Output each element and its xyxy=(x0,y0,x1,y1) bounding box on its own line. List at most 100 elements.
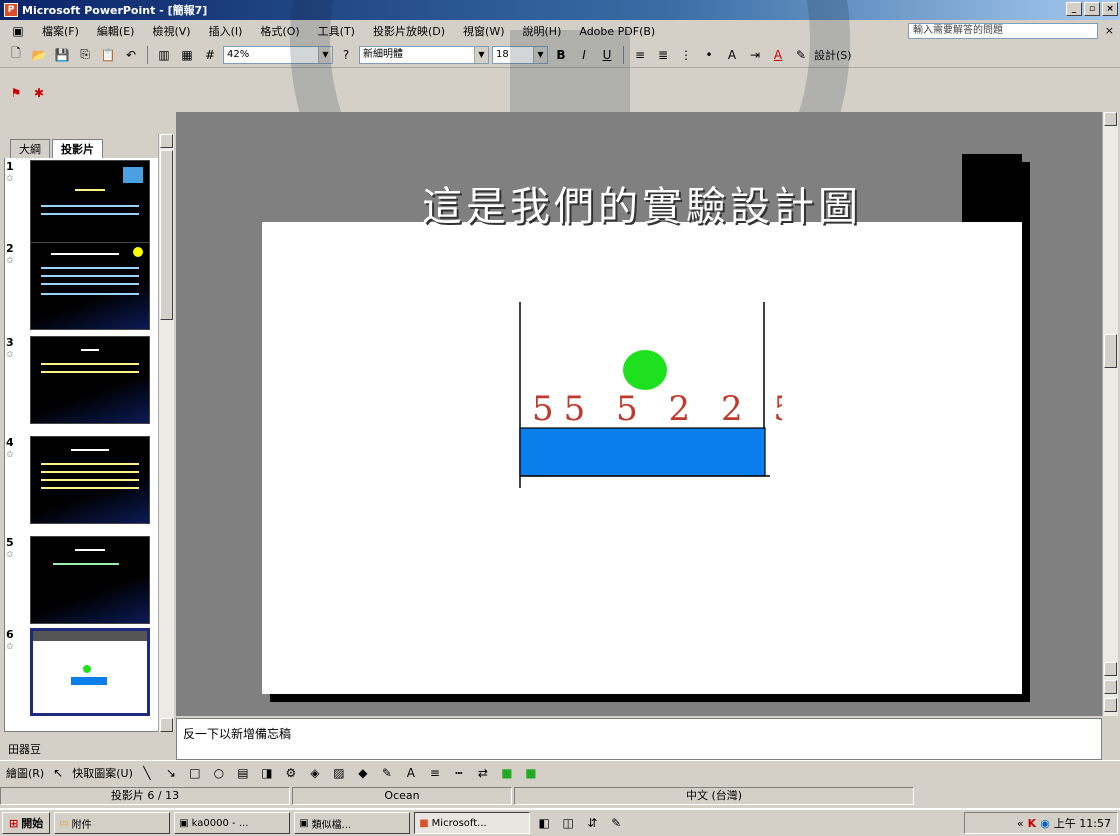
design-button[interactable]: 設計(S) xyxy=(814,47,852,63)
slide-thumbnail[interactable] xyxy=(30,536,150,624)
indent-icon[interactable]: ⇥ xyxy=(745,45,765,65)
clipart-icon[interactable]: ◈ xyxy=(305,763,325,783)
slide-thumbnail-row-selected[interactable]: 6 ✩ xyxy=(6,628,156,718)
menu-file[interactable]: 檔案(F) xyxy=(38,22,83,40)
comment-icon[interactable]: ✱ xyxy=(29,83,49,103)
tray-expand-icon[interactable]: « xyxy=(1017,817,1024,830)
oval-icon[interactable]: ○ xyxy=(209,763,229,783)
undo-icon[interactable]: ↶ xyxy=(121,45,141,65)
font-combo[interactable]: 新細明體 ▼ xyxy=(359,45,489,64)
chevron-down-icon[interactable]: ▼ xyxy=(474,46,488,63)
start-button[interactable]: ⊞ 開始 xyxy=(2,812,51,834)
help-icon[interactable]: ? xyxy=(336,45,356,65)
new-icon[interactable]: 🗋 xyxy=(6,45,26,65)
experiment-diagram[interactable]: 55 5 2 2 5 . 5 xyxy=(512,294,782,494)
insert-table-icon[interactable]: ▦ xyxy=(177,45,197,65)
current-slide[interactable]: 這是我們的實驗設計圖 55 5 2 2 5 . 5 xyxy=(262,154,1022,694)
slide-thumbnail[interactable] xyxy=(30,160,150,248)
picture-icon[interactable]: ▨ xyxy=(329,763,349,783)
insert-chart-icon[interactable]: ▥ xyxy=(154,45,174,65)
chevron-down-icon[interactable]: ▼ xyxy=(318,46,332,63)
rectangle-icon[interactable]: □ xyxy=(185,763,205,783)
arrow-style-icon[interactable]: ⇄ xyxy=(473,763,493,783)
scroll-down-icon[interactable] xyxy=(1104,662,1117,676)
scroll-thumb[interactable] xyxy=(160,150,173,320)
menu-tools[interactable]: 工具(T) xyxy=(314,22,359,40)
quicklaunch-icon[interactable]: ⇵ xyxy=(582,813,602,833)
align-center-icon[interactable]: ≣ xyxy=(653,45,673,65)
italic-button[interactable]: I xyxy=(574,45,594,65)
line-style-icon[interactable]: ≡ xyxy=(425,763,445,783)
menu-slideshow[interactable]: 投影片放映(D) xyxy=(369,22,449,40)
fill-color-icon[interactable]: ◆ xyxy=(353,763,373,783)
help-search-input[interactable]: 輸入需要解答的問題 xyxy=(908,23,1098,39)
slide-thumbnail-row[interactable]: 1 ✩ xyxy=(6,160,156,250)
3d-icon[interactable]: ■ xyxy=(521,763,541,783)
chevron-down-icon[interactable]: ▼ xyxy=(533,46,547,63)
menu-format[interactable]: 格式(O) xyxy=(256,22,303,40)
draw-menu[interactable]: 繪圖(R) xyxy=(6,765,44,781)
water-block[interactable] xyxy=(519,427,766,477)
tab-outline[interactable]: 大綱 xyxy=(10,139,50,158)
bullets-icon[interactable]: • xyxy=(699,45,719,65)
menu-insert[interactable]: 插入(I) xyxy=(205,22,247,40)
select-arrow-icon[interactable]: ↖ xyxy=(48,763,68,783)
design-icon[interactable]: ✎ xyxy=(791,45,811,65)
paste-icon[interactable]: 📋 xyxy=(98,45,118,65)
grid-icon[interactable]: # xyxy=(200,45,220,65)
open-icon[interactable]: 📂 xyxy=(29,45,49,65)
network-icon[interactable]: ◉ xyxy=(1040,817,1050,830)
slide-scrollbar[interactable] xyxy=(1102,112,1118,716)
previous-slide-icon[interactable] xyxy=(1104,680,1117,694)
line-icon[interactable]: ╲ xyxy=(137,763,157,783)
quicklaunch-icon[interactable]: ✎ xyxy=(606,813,626,833)
view-buttons[interactable]: 田器豆 xyxy=(4,740,174,760)
scroll-thumb[interactable] xyxy=(1104,334,1117,368)
quicklaunch-icon[interactable]: ◧ xyxy=(534,813,554,833)
increase-font-icon[interactable]: A xyxy=(722,45,742,65)
powerpoint-app-icon[interactable]: P xyxy=(4,3,18,17)
taskbar-item-powerpoint[interactable]: ■ Microsoft... xyxy=(414,812,531,834)
shadow-icon[interactable]: ■ xyxy=(497,763,517,783)
textbox-icon[interactable]: ▤ xyxy=(233,763,253,783)
menu-adobe-pdf[interactable]: Adobe PDF(B) xyxy=(575,24,659,39)
scroll-up-icon[interactable] xyxy=(1104,112,1117,126)
document-icon[interactable]: ▣ xyxy=(8,21,28,41)
align-left-icon[interactable]: ≡ xyxy=(630,45,650,65)
font-size-combo[interactable]: 18 ▼ xyxy=(492,45,548,64)
diagram-icon[interactable]: ⚙ xyxy=(281,763,301,783)
bold-button[interactable]: B xyxy=(551,45,571,65)
tab-slides[interactable]: 投影片 xyxy=(52,139,103,158)
slide-thumbnail[interactable] xyxy=(30,336,150,424)
underline-button[interactable]: U xyxy=(597,45,617,65)
close-button[interactable]: × xyxy=(1102,2,1118,16)
slide-thumbnail[interactable] xyxy=(30,242,150,330)
copy-icon[interactable]: ⎘ xyxy=(75,45,95,65)
slide-thumbnail-row[interactable]: 4 ✩ xyxy=(6,436,156,526)
green-ball[interactable] xyxy=(623,350,667,390)
font-color-icon[interactable]: A xyxy=(768,45,788,65)
autoshapes-menu[interactable]: 快取圖案(U) xyxy=(72,765,133,781)
clock[interactable]: 上午 11:57 xyxy=(1054,815,1111,831)
line-color-icon[interactable]: ✎ xyxy=(377,763,397,783)
slide-thumbnail[interactable] xyxy=(30,436,150,524)
slides-pane-scrollbar[interactable] xyxy=(158,134,174,732)
maximize-button[interactable]: ▫ xyxy=(1084,2,1100,16)
scroll-up-icon[interactable] xyxy=(160,134,173,148)
review-icon[interactable]: ⚑ xyxy=(6,83,26,103)
menu-edit[interactable]: 編輯(E) xyxy=(93,22,139,40)
dash-style-icon[interactable]: ┅ xyxy=(449,763,469,783)
taskbar-item-docs[interactable]: ▣ 類似檔... xyxy=(294,812,411,834)
arrow-icon[interactable]: ↘ xyxy=(161,763,181,783)
antivirus-icon[interactable]: K xyxy=(1028,817,1037,830)
minimize-button[interactable]: _ xyxy=(1066,2,1082,16)
menu-help[interactable]: 說明(H) xyxy=(519,22,566,40)
menu-window[interactable]: 視窗(W) xyxy=(459,22,508,40)
slide-thumbnail-row[interactable]: 5 ✩ xyxy=(6,536,156,626)
slide-thumbnail-row[interactable]: 2 ✩ xyxy=(6,242,156,332)
zoom-combo[interactable]: 42% ▼ xyxy=(223,45,333,64)
next-slide-icon[interactable] xyxy=(1104,698,1117,712)
slide-title[interactable]: 這是我們的實驗設計圖 xyxy=(262,174,1022,232)
slide-thumbnail-selected[interactable] xyxy=(30,628,150,716)
taskbar-item-ka0000[interactable]: ▣ ka0000 - ... xyxy=(174,812,291,834)
